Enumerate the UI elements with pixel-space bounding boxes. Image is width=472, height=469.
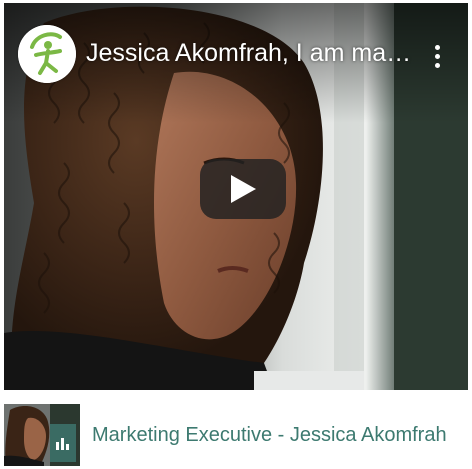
thumbnail-badge bbox=[50, 424, 76, 462]
play-button[interactable] bbox=[200, 159, 286, 219]
channel-logo-figure-icon[interactable] bbox=[18, 25, 76, 83]
video-card: Jessica Akomfrah, I am making... bbox=[0, 0, 472, 469]
video-title[interactable]: Jessica Akomfrah, I am making... bbox=[86, 37, 416, 69]
more-dot bbox=[434, 53, 440, 59]
more-dot bbox=[434, 44, 440, 50]
video-player[interactable]: Jessica Akomfrah, I am making... bbox=[4, 3, 468, 390]
video-caption-label[interactable]: Marketing Executive - Jessica Akomfrah bbox=[92, 422, 447, 448]
bar-chart-icon bbox=[56, 438, 69, 450]
video-caption-link[interactable]: Marketing Executive - Jessica Akomfrah bbox=[4, 403, 468, 467]
play-icon bbox=[231, 175, 256, 203]
video-thumbnail[interactable] bbox=[4, 404, 80, 466]
more-dot bbox=[434, 62, 440, 68]
more-vertical-icon[interactable] bbox=[422, 39, 452, 73]
